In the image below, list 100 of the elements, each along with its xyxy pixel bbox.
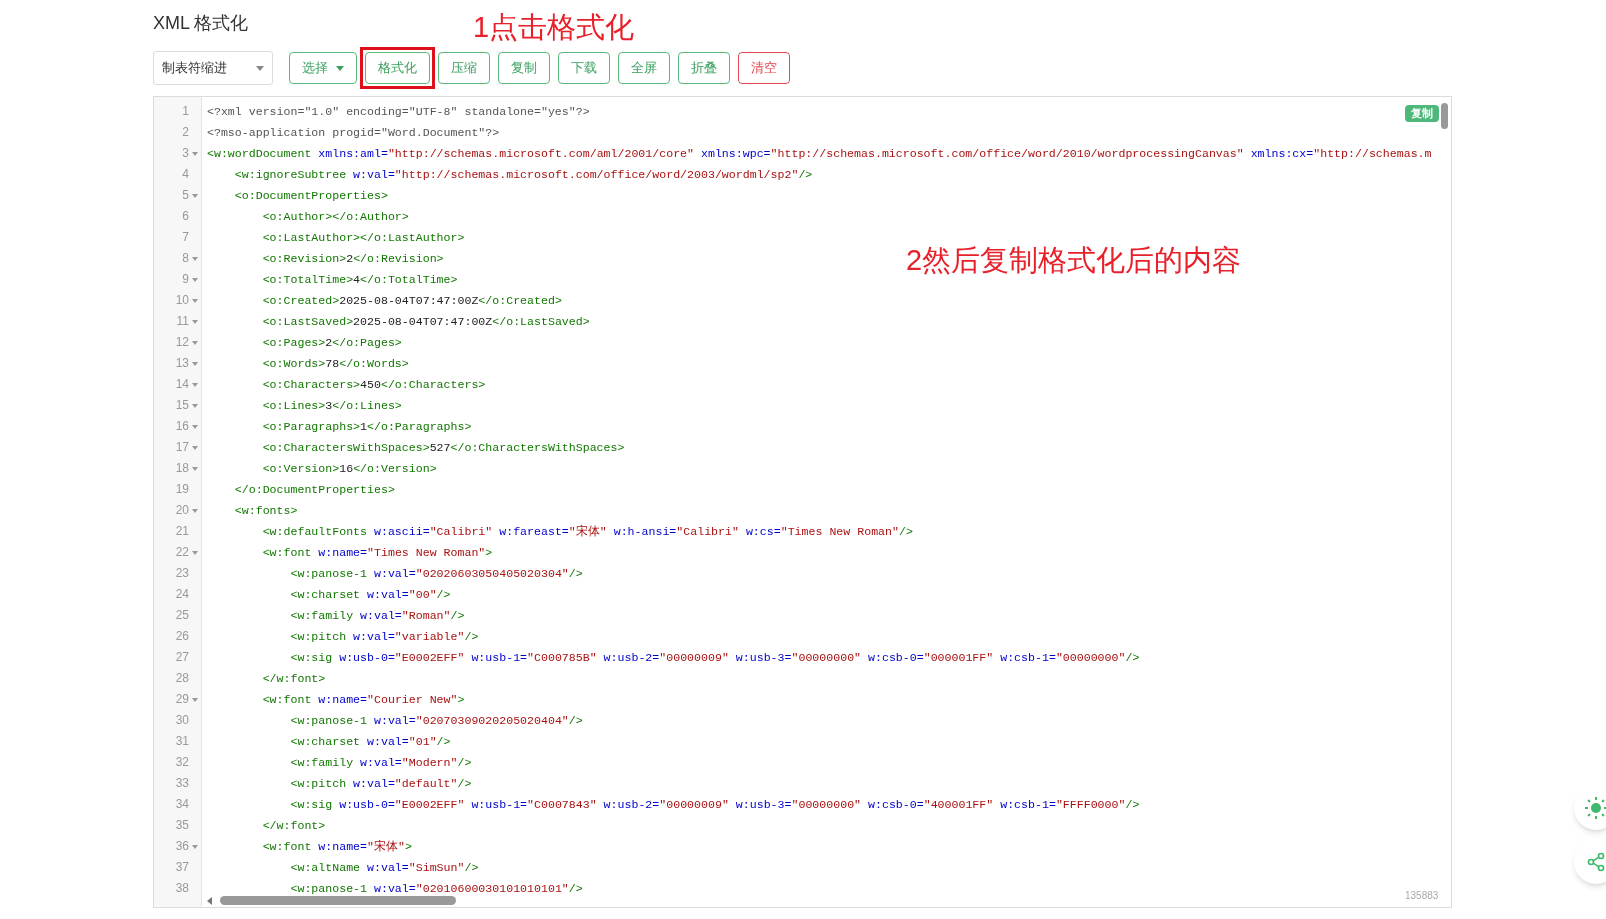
code-line: <w:charset w:val="00"/>	[289, 587, 451, 603]
code-line: <w:font w:name="Courier New">	[261, 692, 465, 708]
fold-arrow-icon[interactable]	[192, 256, 198, 261]
line-number: 18	[175, 460, 189, 477]
toolbar-button[interactable]: 复制	[498, 52, 550, 84]
toolbar-button[interactable]: 选择	[289, 52, 357, 84]
line-number: 21	[175, 523, 189, 540]
annotation-text: 1点击格式化	[473, 10, 635, 45]
line-number: 25	[175, 607, 189, 624]
line-number: 37	[175, 859, 189, 876]
code-line: <o:Version>16</o:Version>	[261, 461, 437, 477]
fold-arrow-icon[interactable]	[192, 844, 198, 849]
code-line: <w:pitch w:val="default"/>	[289, 776, 472, 792]
toolbar-button[interactable]: 折叠	[678, 52, 730, 84]
line-number: 26	[175, 628, 189, 645]
code-line: <o:Paragraphs>1</o:Paragraphs>	[261, 419, 472, 435]
line-number: 28	[175, 670, 189, 687]
line-number: 4	[182, 166, 189, 183]
code-line: </w:font>	[261, 818, 326, 834]
fold-arrow-icon[interactable]	[192, 550, 198, 555]
code-line: <w:family w:val="Roman"/>	[289, 608, 465, 624]
code-line: <w:sig w:usb-0="E0002EFF" w:usb-1="C000785B" w:usb-2="00000009" w:usb-3="00000000" w:csb-0="000001FF" w:csb-1="00000000"/>	[289, 650, 1140, 666]
line-number: 3	[182, 145, 189, 162]
code-line: <w:defaultFonts w:ascii="Calibri" w:fareast="宋体" w:h-ansi="Calibri" w:cs="Times New Roman"/>	[261, 524, 913, 540]
fold-arrow-icon[interactable]	[192, 298, 198, 303]
toolbar-button[interactable]: 清空	[738, 52, 790, 84]
code-line: <o:Created>2025-08-04T07:47:00Z</o:Created>	[261, 293, 562, 309]
fold-arrow-icon[interactable]	[192, 697, 198, 702]
character-count: 135883	[1405, 889, 1439, 903]
annotation-text: 2然后复制格式化后的内容	[906, 243, 1242, 278]
code-line: <o:CharactersWithSpaces>527</o:CharactersWithSpaces>	[261, 440, 625, 456]
line-number: 7	[182, 229, 189, 246]
sun-icon	[1584, 796, 1606, 820]
code-line: <w:altName w:val="SimSun"/>	[289, 860, 479, 876]
scroll-left-arrow-icon[interactable]	[207, 897, 212, 905]
fold-arrow-icon[interactable]	[192, 361, 198, 366]
fold-arrow-icon[interactable]	[192, 319, 198, 324]
line-number: 12	[175, 334, 189, 351]
theme-toggle-button[interactable]	[1574, 786, 1606, 830]
toolbar-button[interactable]: 格式化	[365, 52, 430, 84]
fold-arrow-icon[interactable]	[192, 382, 198, 387]
line-number: 11	[176, 313, 189, 330]
line-number: 38	[175, 880, 189, 897]
line-number: 23	[175, 565, 189, 582]
fold-arrow-icon[interactable]	[192, 445, 198, 450]
line-number: 1	[182, 103, 189, 120]
line-number: 33	[175, 775, 189, 792]
indent-select[interactable]: 制表符缩进	[153, 51, 273, 85]
line-number: 15	[175, 397, 189, 414]
code-line: <o:Words>78</o:Words>	[261, 356, 409, 372]
share-icon	[1586, 852, 1606, 872]
horizontal-scrollbar-thumb[interactable]	[220, 896, 456, 905]
code-line: <w:charset w:val="01"/>	[289, 734, 451, 750]
line-number: 2	[182, 124, 189, 141]
line-number: 31	[175, 733, 189, 750]
code-line: <o:Lines>3</o:Lines>	[261, 398, 402, 414]
line-number: 30	[175, 712, 189, 729]
fold-arrow-icon[interactable]	[192, 403, 198, 408]
line-number: 13	[175, 355, 189, 372]
vertical-scrollbar-thumb[interactable]	[1441, 103, 1448, 129]
code-editor[interactable]	[153, 96, 1452, 908]
share-button[interactable]	[1574, 840, 1606, 884]
code-line: <w:sig w:usb-0="E0002EFF" w:usb-1="C0007843" w:usb-2="00000009" w:usb-3="00000000" w:csb-0="400001FF" w:csb-1="FFFF0000"/>	[289, 797, 1140, 813]
fold-arrow-icon[interactable]	[192, 151, 198, 156]
copy-badge[interactable]: 复制	[1405, 105, 1439, 122]
code-line: <o:Pages>2</o:Pages>	[261, 335, 402, 351]
code-line: <?mso-application progid="Word.Document"?>	[207, 125, 500, 141]
code-line: <o:LastSaved>2025-08-04T07:47:00Z</o:LastSaved>	[261, 314, 590, 330]
fold-arrow-icon[interactable]	[192, 466, 198, 471]
line-number: 36	[175, 838, 189, 855]
toolbar-button[interactable]: 全屏	[618, 52, 670, 84]
fold-arrow-icon[interactable]	[192, 193, 198, 198]
fold-arrow-icon[interactable]	[192, 340, 198, 345]
line-number: 35	[175, 817, 189, 834]
code-line: <w:family w:val="Modern"/>	[289, 755, 472, 771]
fold-arrow-icon[interactable]	[192, 277, 198, 282]
code-line: <w:ignoreSubtree w:val="http://schemas.microsoft.com/office/word/2003/wordml/sp2"/>	[233, 167, 813, 183]
toolbar-button[interactable]: 压缩	[438, 52, 490, 84]
line-number: 22	[175, 544, 189, 561]
line-number: 6	[182, 208, 189, 225]
line-number: 17	[175, 439, 189, 456]
line-number: 34	[175, 796, 189, 813]
code-line: <w:panose-1 w:val="02010600030101010101"/>	[289, 881, 583, 897]
line-number: 27	[175, 649, 189, 666]
line-number: 8	[182, 250, 189, 267]
line-number: 9	[182, 271, 189, 288]
page-title: XML 格式化	[153, 12, 249, 35]
code-line: <w:font w:name="Times New Roman">	[261, 545, 493, 561]
fold-arrow-icon[interactable]	[192, 424, 198, 429]
fold-arrow-icon[interactable]	[192, 508, 198, 513]
caret-icon	[336, 65, 344, 71]
line-number: 29	[175, 691, 189, 708]
code-line: <w:fonts>	[233, 503, 298, 519]
code-line: <w:panose-1 w:val="02070309020205020404"/>	[289, 713, 583, 729]
line-number: 16	[175, 418, 189, 435]
code-line: <o:Revision>2</o:Revision>	[261, 251, 444, 267]
toolbar-button[interactable]: 下载	[558, 52, 610, 84]
line-number: 5	[182, 187, 189, 204]
code-line: <o:DocumentProperties>	[233, 188, 388, 204]
code-line: <o:TotalTime>4</o:TotalTime>	[261, 272, 458, 288]
